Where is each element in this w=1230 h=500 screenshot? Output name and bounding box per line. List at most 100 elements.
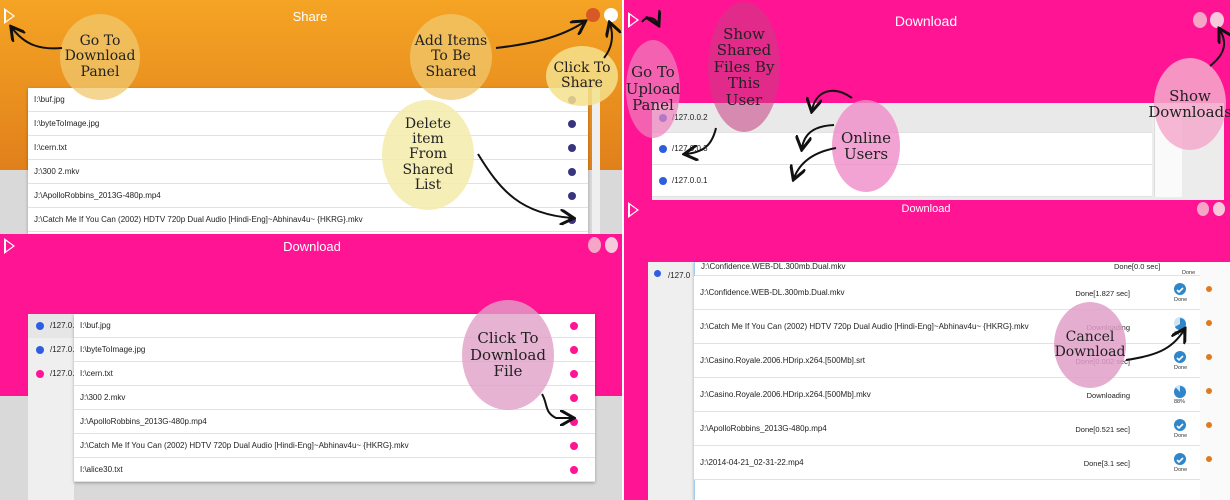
cancel-download-button[interactable]: [1206, 422, 1212, 428]
users-panel: Download /127.0.0.2 /127.0.0.3 /127.0.0.…: [624, 0, 1230, 200]
share-panel: Share I:\buf.jpg I:\byteToImage.jpg I:\c…: [0, 0, 622, 234]
download-dot-icon[interactable]: [570, 322, 578, 330]
download-panel: Download /127.0.0 /127.0.0 /127.0.0 I:\b…: [0, 234, 622, 500]
scrollbar[interactable]: [592, 88, 600, 234]
download-rows: Done[0.0 sec] Done J:\Confidence.WEB-DL.30…: [694, 262, 1230, 500]
download-status: Done[3.1 sec]: [1083, 459, 1130, 468]
annotation-online-users: Online Users: [832, 100, 900, 192]
menu-dot-1[interactable]: [588, 237, 601, 253]
file-name: J:\2014-04-21_02-31-22.mp4: [700, 458, 804, 467]
user-address: /127.0.0.3: [672, 144, 708, 153]
cancel-download-button[interactable]: [1206, 456, 1212, 462]
download-dot-icon[interactable]: [570, 418, 578, 426]
shared-file-list: I:\buf.jpg I:\byteToImage.jpg I:\cern.tx…: [28, 88, 588, 234]
user-dot-icon: [659, 177, 667, 185]
status-icon-label: 67%: [1174, 331, 1186, 337]
back-icon[interactable]: [628, 12, 639, 28]
cancel-download-button[interactable]: [1206, 354, 1212, 360]
back-icon[interactable]: [628, 202, 639, 218]
file-name: J:\ApolloRobbins_2013G-480p.mp4: [80, 417, 207, 426]
annotation-click-download: Click To Download File: [462, 300, 554, 410]
user-item[interactable]: /127.0.0: [28, 314, 79, 338]
user-item[interactable]: /127.0.0: [28, 338, 79, 362]
back-icon[interactable]: [4, 238, 15, 254]
list-item[interactable]: J:\ApolloRobbins_2013G-480p.mp4: [74, 410, 595, 434]
delete-dot-icon[interactable]: [568, 120, 576, 128]
user-item[interactable]: /127.0: [648, 266, 694, 286]
user-item[interactable]: /127.0.0.1: [652, 165, 1152, 197]
download-dot-icon[interactable]: [570, 370, 578, 378]
user-list-strip: /127.0: [648, 262, 694, 500]
status-icon: [1174, 283, 1186, 295]
file-name: J:\Catch Me If You Can (2002) HDTV 720p …: [700, 322, 1029, 331]
cancel-download-button[interactable]: [1206, 320, 1212, 326]
user-list: /127.0.0 /127.0.0 /127.0.0: [28, 314, 79, 500]
annotation-show-downloads: Show Downloads: [1148, 58, 1230, 150]
annotation-click-share: Click To Share: [546, 46, 618, 106]
download-dot-icon[interactable]: [570, 466, 578, 474]
status-icon: [1174, 419, 1186, 431]
share-button[interactable]: [604, 8, 618, 22]
user-item[interactable]: /127.0.0: [28, 362, 79, 386]
annotation-add-items: Add Items To Be Shared: [410, 14, 492, 100]
list-item[interactable]: J:\Catch Me If You Can (2002) HDTV 720p …: [74, 434, 595, 458]
file-name: J:\300 2.mkv: [34, 167, 80, 176]
file-name: J:\300 2.mkv: [80, 393, 126, 402]
download-status: Downloading: [1086, 391, 1130, 400]
list-item[interactable]: J:\Catch Me If You Can (2002) HDTV 720p …: [28, 208, 588, 232]
list-item[interactable]: I:\alice30.txt: [74, 458, 595, 482]
file-name: J:\Catch Me If You Can (2002) HDTV 720p …: [80, 441, 409, 450]
status-icon: [1174, 351, 1186, 363]
menu-dot-1[interactable]: [1193, 12, 1207, 28]
downloads-panel: Download /127.0 J:\Confidence.WEB-DL.300…: [624, 200, 1230, 500]
delete-dot-icon[interactable]: [568, 216, 576, 224]
file-name: I:\cern.txt: [80, 369, 113, 378]
user-dot-icon: [659, 145, 667, 153]
user-address: /127.0.0.2: [672, 113, 708, 122]
user-dot-icon: [654, 270, 661, 277]
user-address: /127.0.0.1: [672, 176, 708, 185]
file-name: J:\Catch Me If You Can (2002) HDTV 720p …: [34, 215, 363, 224]
menu-dot-1[interactable]: [1197, 202, 1209, 216]
user-dot-icon: [36, 370, 44, 378]
file-name: J:\Casino.Royale.2006.HDrip.x264.[500Mb]…: [700, 390, 871, 399]
cancel-download-button[interactable]: [1206, 388, 1212, 394]
status-icon-label: Done: [1174, 365, 1188, 371]
page-title: Download: [901, 203, 951, 215]
list-item[interactable]: I:\cern.txt: [28, 136, 588, 160]
delete-dot-icon[interactable]: [568, 144, 576, 152]
file-name: J:\Confidence.WEB-DL.300mb.Dual.mkv: [700, 288, 845, 297]
menu-dot-2[interactable]: [1213, 202, 1225, 216]
delete-dot-icon[interactable]: [568, 168, 576, 176]
delete-dot-icon[interactable]: [568, 192, 576, 200]
file-name: I:\alice30.txt: [80, 465, 123, 474]
annotation-cancel-download: Cancel Download: [1054, 302, 1126, 388]
file-name: I:\byteToImage.jpg: [80, 345, 146, 354]
annotation-show-shared: Show Shared Files By This User: [708, 2, 780, 132]
page-title: Download: [283, 239, 341, 254]
status-icon-label: Done: [1174, 433, 1188, 439]
download-dot-icon[interactable]: [570, 346, 578, 354]
menu-dot-2[interactable]: [605, 237, 618, 253]
file-name: J:\ApolloRobbins_2013G-480p.mp4: [34, 191, 161, 200]
list-item[interactable]: J:\ApolloRobbins_2013G-480p.mp4: [28, 184, 588, 208]
download-status: Done[1.827 sec]: [1075, 289, 1130, 298]
user-dot-icon: [36, 322, 44, 330]
user-item[interactable]: /127.0.0.3: [652, 133, 1152, 165]
file-name: I:\byteToImage.jpg: [34, 119, 100, 128]
show-downloads-button[interactable]: [1210, 12, 1224, 28]
status-icon: [1174, 453, 1186, 465]
download-dot-icon[interactable]: [570, 394, 578, 402]
file-name: J:\Casino.Royale.2006.HDrip.x264.[500Mb]…: [700, 356, 865, 365]
list-item[interactable]: I:\byteToImage.jpg: [28, 112, 588, 136]
add-items-button[interactable]: [586, 8, 600, 22]
status-icon-label: 88%: [1174, 399, 1186, 405]
file-name: I:\buf.jpg: [80, 321, 111, 330]
back-icon[interactable]: [4, 8, 15, 24]
page-title: Share: [292, 9, 328, 24]
status-icon-label: Done: [1174, 467, 1188, 473]
download-dot-icon[interactable]: [570, 442, 578, 450]
cancel-download-button[interactable]: [1206, 286, 1212, 292]
list-item[interactable]: J:\300 2.mkv: [28, 160, 588, 184]
page-title: Download: [894, 13, 958, 29]
